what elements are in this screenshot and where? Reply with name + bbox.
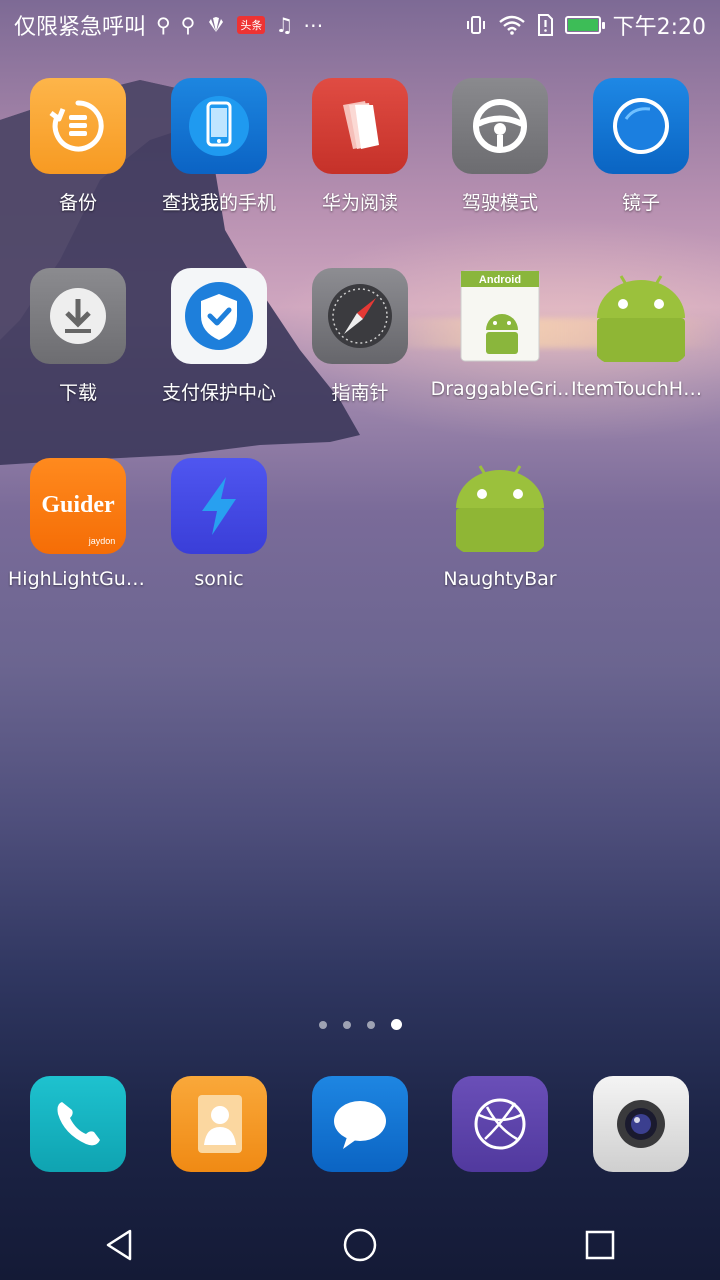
recents-icon xyxy=(585,1230,615,1260)
android-app-icon-text: Android xyxy=(479,274,521,286)
guider-icon-text: Guider xyxy=(41,492,115,518)
app-label: DraggableGri.. xyxy=(430,378,570,400)
find-phone-icon xyxy=(171,78,267,174)
toutiao-notification-icon: 头条 xyxy=(237,16,266,34)
messages-icon xyxy=(312,1076,408,1172)
lightning-icon xyxy=(171,458,267,554)
back-icon xyxy=(106,1229,132,1261)
navigation-bar xyxy=(0,1210,720,1280)
app-highlight-guider[interactable]: Guider jaydon HighLightGuid.. xyxy=(8,458,148,590)
steering-wheel-icon xyxy=(452,78,548,174)
contacts-icon xyxy=(171,1076,267,1172)
guider-icon-subtext: jaydon xyxy=(88,536,116,546)
download-icon xyxy=(30,268,126,364)
home-icon xyxy=(343,1228,377,1262)
dock-contacts[interactable] xyxy=(149,1076,289,1172)
backup-icon xyxy=(30,78,126,174)
app-label: HighLightGuid.. xyxy=(8,568,148,590)
app-download[interactable]: 下载 xyxy=(8,268,148,405)
music-note-icon: ♫ xyxy=(275,13,294,37)
compass-icon xyxy=(312,268,408,364)
app-sonic[interactable]: sonic xyxy=(149,458,289,590)
android-app-icon: Android xyxy=(452,268,548,364)
app-payment-protection[interactable]: 支付保护中心 xyxy=(149,268,289,405)
app-label: NaughtyBar xyxy=(443,568,557,590)
mirror-icon xyxy=(593,78,689,174)
home-button[interactable] xyxy=(330,1215,390,1275)
app-label: 支付保护中心 xyxy=(161,382,276,404)
recents-button[interactable] xyxy=(570,1215,630,1275)
dock-browser[interactable] xyxy=(430,1076,570,1172)
page-dot[interactable] xyxy=(318,1020,327,1029)
shield-check-icon xyxy=(171,268,267,364)
app-label: ItemTouchHel.. xyxy=(571,378,711,400)
android-icon xyxy=(452,458,548,554)
dock-phone[interactable] xyxy=(8,1076,148,1172)
app-item-touch-helper[interactable]: ItemTouchHel.. xyxy=(571,268,711,400)
phone-icon xyxy=(30,1076,126,1172)
back-button[interactable] xyxy=(90,1215,150,1275)
more-notifications-icon: ⋯ xyxy=(303,13,324,37)
wifi-icon xyxy=(498,15,525,35)
app-mirror[interactable]: 镜子 xyxy=(571,78,711,215)
dock-messages[interactable] xyxy=(290,1076,430,1172)
app-label: 指南针 xyxy=(331,382,389,404)
clock: 下午2:20 xyxy=(612,15,706,40)
dock-camera[interactable] xyxy=(571,1076,711,1172)
app-label: 备份 xyxy=(58,192,97,214)
usb-debug-icon: ⚲ xyxy=(180,13,196,37)
no-sim-icon xyxy=(537,14,553,36)
usb-icon: ⚲ xyxy=(156,13,171,37)
app-driving-mode[interactable]: 驾驶模式 xyxy=(430,78,570,215)
page-dot-active[interactable] xyxy=(390,1019,402,1030)
app-find-my-phone[interactable]: 查找我的手机 xyxy=(149,78,289,215)
app-label: sonic xyxy=(194,568,244,590)
page-dot[interactable] xyxy=(342,1020,351,1029)
page-indicator xyxy=(0,1019,720,1030)
app-label: 驾驶模式 xyxy=(461,192,538,214)
app-label: 镜子 xyxy=(621,192,660,214)
app-draggable-grid[interactable]: Android DraggableGri.. xyxy=(430,268,570,400)
browser-icon xyxy=(452,1076,548,1172)
app-compass[interactable]: 指南针 xyxy=(290,268,430,405)
app-huawei-reader[interactable]: 华为阅读 xyxy=(290,78,430,215)
app-label: 查找我的手机 xyxy=(161,192,276,214)
camera-icon xyxy=(593,1076,689,1172)
android-icon xyxy=(593,268,689,364)
huawei-logo-icon xyxy=(205,16,227,34)
page-dot[interactable] xyxy=(366,1020,375,1029)
battery-icon xyxy=(564,16,605,34)
guider-icon: Guider jaydon xyxy=(30,458,126,554)
vibrate-icon xyxy=(465,14,487,36)
app-label: 下载 xyxy=(58,382,97,404)
status-bar: 仅限紧急呼叫 ⚲ ⚲ 头条 ♫ ⋯ 下午2:20 xyxy=(0,0,720,50)
carrier-text: 仅限紧急呼叫 xyxy=(14,15,147,40)
app-naughty-bar[interactable]: NaughtyBar xyxy=(430,458,570,590)
app-backup[interactable]: 备份 xyxy=(8,78,148,215)
app-label: 华为阅读 xyxy=(321,192,398,214)
reader-icon xyxy=(312,78,408,174)
